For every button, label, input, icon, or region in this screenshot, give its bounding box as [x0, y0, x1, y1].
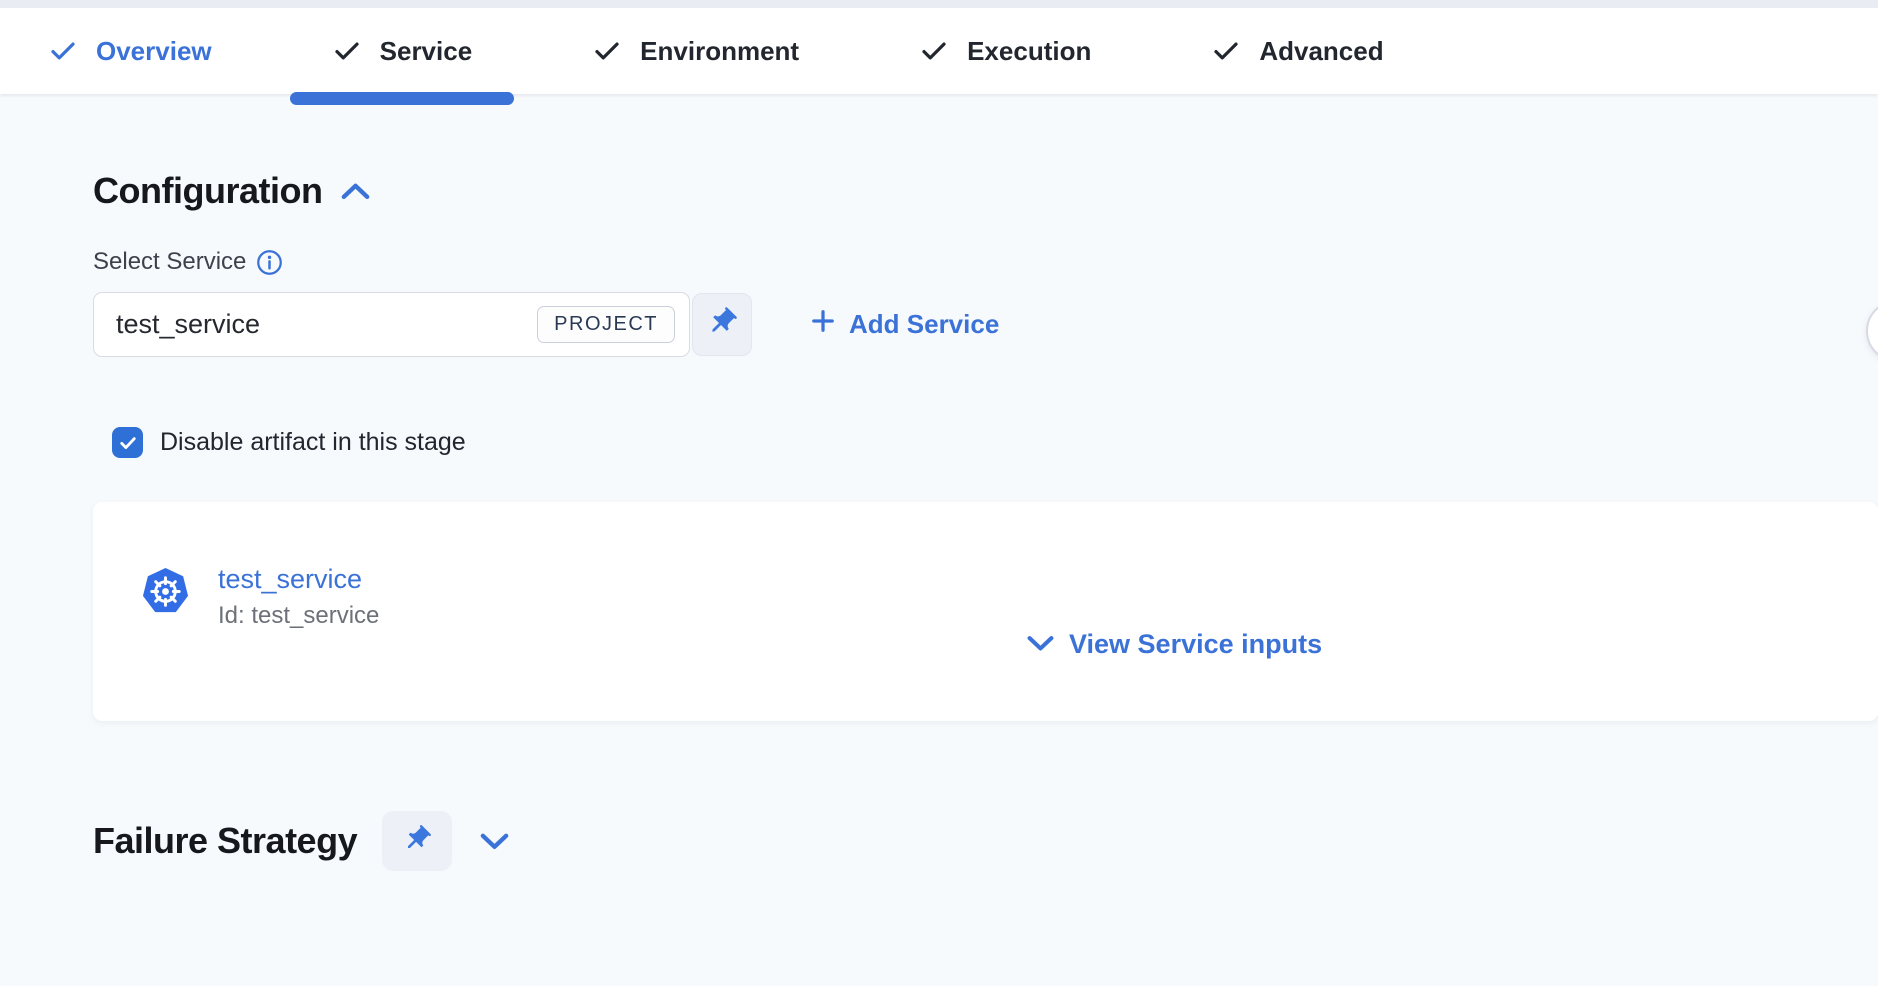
- service-tab-content: Configuration Select Service test_servic…: [0, 94, 1878, 871]
- tab-advanced[interactable]: Advanced: [1151, 8, 1443, 94]
- kubernetes-icon: [141, 567, 190, 616]
- info-icon[interactable]: [256, 249, 283, 276]
- chevron-down-icon[interactable]: [479, 830, 510, 852]
- tab-environment[interactable]: Environment: [532, 8, 859, 94]
- selected-service-card: test_service Id: test_service View Servi…: [93, 502, 1878, 721]
- pushpin-icon: [705, 305, 739, 344]
- add-service-label: Add Service: [849, 309, 999, 340]
- select-service-label: Select Service: [93, 248, 246, 276]
- service-name-block: test_service Id: test_service: [218, 564, 379, 630]
- tab-execution[interactable]: Execution: [859, 8, 1151, 94]
- service-select-value: test_service: [116, 309, 260, 340]
- configuration-section-heading: Configuration: [93, 170, 1878, 212]
- failure-strategy-pin-button[interactable]: [382, 811, 452, 871]
- check-icon: [919, 36, 949, 66]
- plus-icon: [810, 308, 836, 341]
- check-icon: [332, 36, 362, 66]
- tab-label: Execution: [967, 36, 1091, 67]
- service-select-input[interactable]: test_service PROJECT: [93, 292, 690, 357]
- failure-strategy-title: Failure Strategy: [93, 820, 357, 862]
- service-scope-badge: PROJECT: [537, 306, 675, 343]
- check-icon: [592, 36, 622, 66]
- configuration-title: Configuration: [93, 170, 322, 212]
- pin-runtime-input-button[interactable]: [692, 293, 752, 356]
- stage-config-page: Overview Service Environment Execution A…: [0, 0, 1878, 986]
- disable-artifact-checkbox-row[interactable]: Disable artifact in this stage: [112, 427, 1878, 458]
- disable-artifact-label: Disable artifact in this stage: [160, 428, 466, 457]
- tab-label: Environment: [640, 36, 799, 67]
- view-service-inputs-link[interactable]: View Service inputs: [1026, 629, 1322, 660]
- tab-service[interactable]: Service: [272, 8, 533, 94]
- check-icon: [48, 36, 78, 66]
- chevron-up-icon[interactable]: [340, 180, 371, 202]
- page-top-border: [0, 0, 1878, 8]
- tab-label: Overview: [96, 36, 212, 67]
- tab-label: Advanced: [1259, 36, 1383, 67]
- failure-strategy-section: Failure Strategy: [93, 811, 1878, 871]
- select-service-label-row: Select Service: [93, 248, 1878, 276]
- add-service-button[interactable]: Add Service: [810, 308, 999, 341]
- tab-label: Service: [380, 36, 473, 67]
- service-summary: test_service Id: test_service: [141, 564, 379, 630]
- check-icon: [1211, 36, 1241, 66]
- view-service-inputs-label: View Service inputs: [1069, 629, 1322, 660]
- service-name-link[interactable]: test_service: [218, 564, 379, 595]
- service-id-text: Id: test_service: [218, 602, 379, 630]
- stage-tabbar: Overview Service Environment Execution A…: [0, 8, 1878, 94]
- chevron-down-icon: [1026, 629, 1055, 660]
- checkbox-checked-icon[interactable]: [112, 427, 143, 458]
- tab-overview[interactable]: Overview: [48, 8, 272, 94]
- pushpin-icon: [401, 823, 433, 860]
- service-select-row: test_service PROJECT Add Service: [93, 292, 1878, 357]
